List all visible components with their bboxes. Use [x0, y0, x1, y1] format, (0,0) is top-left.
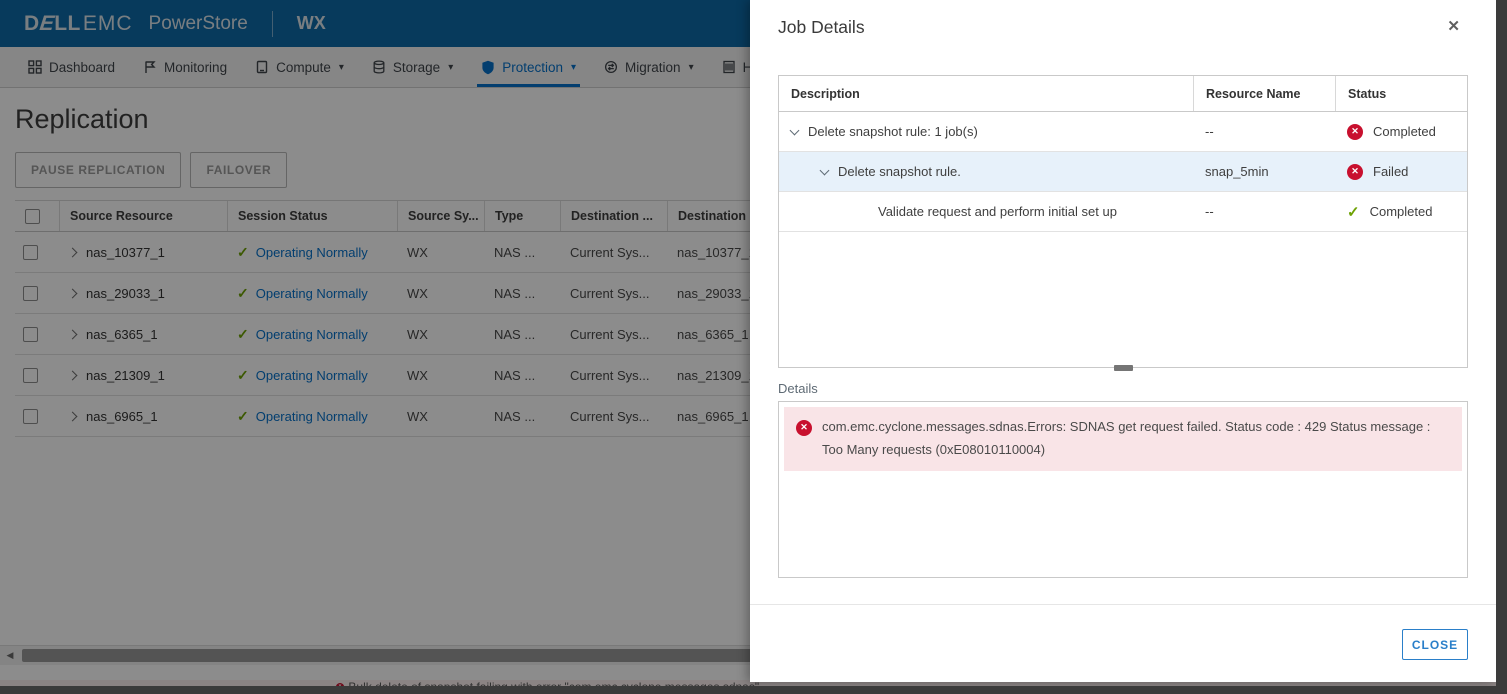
job-row[interactable]: Delete snapshot rule: 1 job(s) -- ✕ Complet… — [779, 112, 1467, 152]
job-row[interactable]: Delete snapshot rule. snap_5min ✕ Failed — [779, 152, 1467, 192]
job-table: Description Resource Name Status Delete … — [778, 75, 1468, 368]
column-header-resource-name[interactable]: Resource Name — [1193, 76, 1335, 111]
column-header-description[interactable]: Description — [779, 76, 1193, 111]
error-icon: ✕ — [796, 420, 812, 436]
error-message: com.emc.cyclone.messages.sdnas.Errors: S… — [822, 416, 1450, 462]
job-status-label: Failed — [1373, 164, 1408, 179]
job-status-label: Completed — [1370, 204, 1433, 219]
status-success-icon: ✓ — [1347, 203, 1360, 221]
footer-divider — [750, 604, 1496, 605]
close-button[interactable]: CLOSE — [1402, 629, 1468, 660]
table-resize-handle[interactable] — [1114, 365, 1133, 371]
job-resource-name: -- — [1193, 204, 1335, 219]
collapse-chevron-icon[interactable] — [790, 125, 800, 135]
modal-title: Job Details — [778, 17, 865, 38]
status-error-icon: ✕ — [1347, 124, 1363, 140]
screen-edge-bottom — [0, 686, 1507, 694]
job-table-header: Description Resource Name Status — [779, 76, 1467, 112]
collapse-chevron-icon[interactable] — [820, 165, 830, 175]
job-description: Delete snapshot rule. — [838, 164, 961, 179]
status-error-icon: ✕ — [1347, 164, 1363, 180]
job-resource-name: -- — [1193, 124, 1335, 139]
screen-edge-right — [1496, 0, 1507, 694]
details-box: ✕ com.emc.cyclone.messages.sdnas.Errors:… — [778, 401, 1468, 578]
job-description: Delete snapshot rule: 1 job(s) — [808, 124, 978, 139]
job-status-label: Completed — [1373, 124, 1436, 139]
job-row[interactable]: Validate request and perform initial set… — [779, 192, 1467, 232]
job-details-modal: Job Details ✕ Description Resource Name … — [750, 0, 1496, 682]
job-resource-name: snap_5min — [1193, 164, 1335, 179]
close-icon[interactable]: ✕ — [1447, 17, 1460, 35]
error-banner: ✕ com.emc.cyclone.messages.sdnas.Errors:… — [784, 407, 1462, 471]
job-description: Validate request and perform initial set… — [878, 204, 1117, 219]
screen: DELL EMC PowerStore WX DashboardMonitori… — [0, 0, 1507, 694]
column-header-status[interactable]: Status — [1335, 76, 1467, 111]
details-label: Details — [778, 381, 818, 396]
